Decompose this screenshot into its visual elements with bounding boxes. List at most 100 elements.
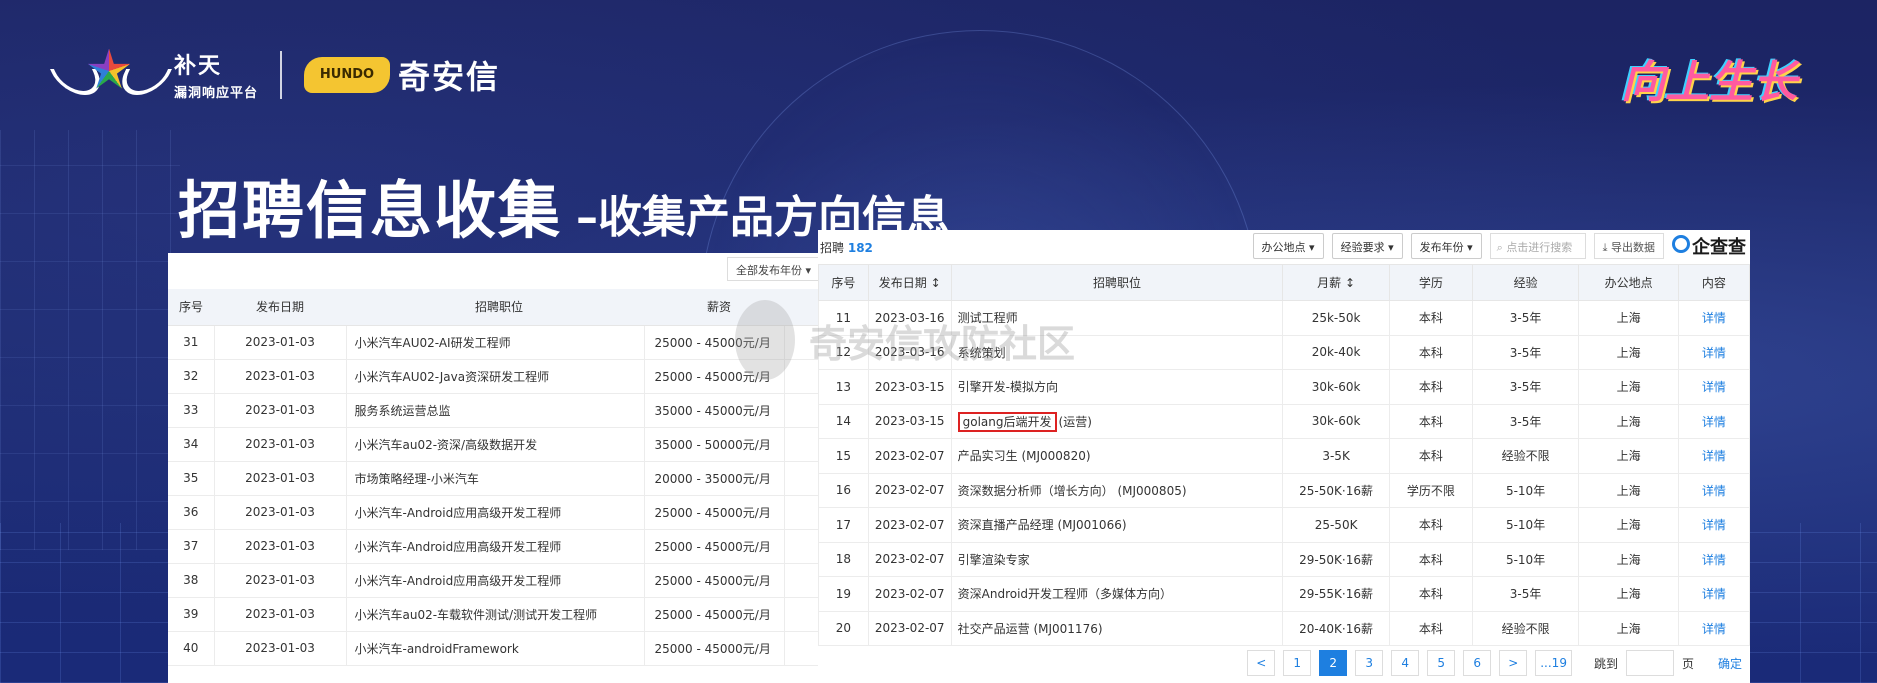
table-cell-extra [784,461,820,496]
detail-link[interactable]: 详情 [1702,518,1726,532]
column-header: 招聘职位 [950,264,1284,301]
table-cell: 38 [168,563,215,598]
education: 学历不限 [1388,472,1473,508]
table-row: 15 2023-02-07 产品实习生 (MJ000820) 3-5K 本科 经验不限 上海… [818,438,1750,474]
table-cell: 31 [168,325,215,360]
table-cell: 39 [168,597,215,632]
page-button[interactable]: 6 [1463,650,1492,676]
title-main: 招聘信息收集 [178,174,563,247]
publish-date: 2023-02-07 [867,438,952,474]
detail-cell: 详情 [1677,610,1750,646]
table-row: 20 2023-02-07 社交产品运营 (MJ001176) 20-40K·16薪本… [818,610,1750,646]
detail-link[interactable]: 详情 [1702,346,1726,360]
detail-link[interactable]: 详情 [1702,484,1726,498]
table-cell-extra [784,597,820,632]
table-cell: 37 [168,529,215,564]
education: 本科 [1388,300,1473,336]
table-cell: 2023-01-03 [214,393,347,428]
table-cell-extra [784,631,820,666]
table-row: 38 2023-01-03 小米汽车-Android应用高级开发工程师 25000 -… [168,563,820,598]
column-header: 经验 [1471,264,1580,301]
table-cell-extra [784,427,820,462]
column-header: 学历 [1388,264,1473,301]
detail-link[interactable]: 详情 [1702,415,1726,429]
table-row: 11 2023-03-16 测试工程师 25k-50k 本科 3-5年 上海 详情 [818,300,1750,336]
detail-link[interactable]: 详情 [1702,380,1726,394]
detail-link[interactable]: 详情 [1702,449,1726,463]
jump-page-input[interactable] [1625,650,1674,676]
growth-badge: 向上生长 [1621,57,1797,108]
jobs-count-header: 招聘 182 [820,239,873,256]
page-button[interactable]: 1 [1283,650,1312,676]
detail-link[interactable]: 详情 [1702,311,1726,325]
year-filter-dropdown[interactable]: 发布年份 ▾ [1410,233,1482,259]
export-button[interactable]: ⤓ 导出数据 [1593,233,1664,259]
table-row: 32 2023-01-03 小米汽车AU02-Java资深研发工程师 25000 - … [168,359,820,394]
experience: 3-5年 [1471,369,1580,405]
job-title-cell: 资深数据分析师（增长方向） (MJ000805) [950,472,1284,508]
year-filter-dropdown[interactable]: 全部发布年份 ▾ [726,257,820,281]
page-button[interactable]: 5 [1427,650,1456,676]
table-cell: 2023-01-03 [214,597,347,632]
publish-date: 2023-02-07 [867,472,952,508]
job-title-cell: 引擎渲染专家 [950,541,1284,577]
experience-filter-dropdown[interactable]: 经验要求 ▾ [1331,233,1403,259]
experience: 3-5年 [1471,576,1580,612]
table-row: 37 2023-01-03 小米汽车-Android应用高级开发工程师 25000 -… [168,529,820,564]
salary: 25-50K [1282,507,1390,543]
table-cell: 2023-01-03 [214,495,347,530]
table-cell: 25000 - 45000元/月 [644,495,785,530]
publish-date: 2023-02-07 [867,541,952,577]
table-cell: 25000 - 45000元/月 [644,529,785,564]
detail-link[interactable]: 详情 [1702,553,1726,567]
office-location: 上海 [1578,334,1679,370]
publish-date: 2023-02-07 [867,610,952,646]
page-button[interactable]: 2 [1319,650,1348,676]
job-title: 资深数据分析师（增长方向） (MJ000805) [957,483,1187,498]
table-cell: 32 [168,359,215,394]
publish-date: 2023-03-15 [867,403,952,439]
page-button[interactable]: 3 [1355,650,1384,676]
job-title: 产品实习生 (MJ000820) [957,449,1091,464]
salary: 30k-60k [1282,369,1390,405]
table-row: 34 2023-01-03 小米汽车au02-资深/高级数据开发 35000 - 50… [168,427,820,462]
prev-page-button[interactable]: < [1247,650,1276,676]
butian-name: 补天 [174,54,223,79]
detail-cell: 详情 [1677,334,1750,370]
butian-logo-icon [49,48,173,101]
detail-cell: 详情 [1677,403,1750,439]
job-title-cell: 资深Android开发工程师（多媒体方向） [950,576,1284,612]
column-header: 招聘职位 [346,289,644,326]
column-header[interactable]: 发布日期 ↕ [867,264,952,301]
right-jobs-table: 序号 发布日期 ↕ 招聘职位 月薪 ↕ 学历 经验 办公地点 内容 11 2023-03-16 测… [818,264,1750,646]
table-cell: 36 [168,495,215,530]
salary: 25-50K·16薪 [1282,472,1390,508]
education: 本科 [1388,610,1473,646]
page-button[interactable]: 4 [1391,650,1420,676]
column-header[interactable]: 月薪 ↕ [1282,264,1390,301]
search-input[interactable]: ⌕ 点击进行搜索 [1489,233,1586,259]
jobs-label: 招聘 [820,240,845,255]
office-location: 上海 [1578,403,1679,439]
table-cell: 20000 - 35000元/月 [644,461,785,496]
job-title-cell: 引擎开发-模拟方向 [950,369,1284,405]
table-cell: 2023-01-03 [214,529,347,564]
next-page-button[interactable]: > [1499,650,1528,676]
logo-divider [280,50,283,99]
confirm-jump-button[interactable]: 确定 [1718,655,1742,672]
detail-link[interactable]: 详情 [1702,622,1726,636]
job-title-cell: golang后端开发 (运营) [950,403,1284,439]
job-title: 测试工程师 [957,311,1018,326]
table-cell-extra [784,563,820,598]
table-row: 14 2023-03-15 golang后端开发 (运营) 30k-60k 本科 3-5年上… [818,403,1750,439]
table-row: 35 2023-01-03 市场策略经理-小米汽车 20000 - 35000元/月 [168,461,820,496]
job-title-cell: 系统策划 [950,334,1284,370]
education: 本科 [1388,403,1473,439]
detail-link[interactable]: 详情 [1702,587,1726,601]
job-title: 引擎渲染专家 [957,552,1030,567]
last-page-button[interactable]: ...19 [1535,650,1572,676]
table-cell: 小米汽车-Android应用高级开发工程师 [346,529,645,564]
qichacha-logo: 企查查 [1672,233,1750,259]
job-title-cell: 测试工程师 [950,300,1284,336]
office-filter-dropdown[interactable]: 办公地点 ▾ [1252,233,1324,259]
